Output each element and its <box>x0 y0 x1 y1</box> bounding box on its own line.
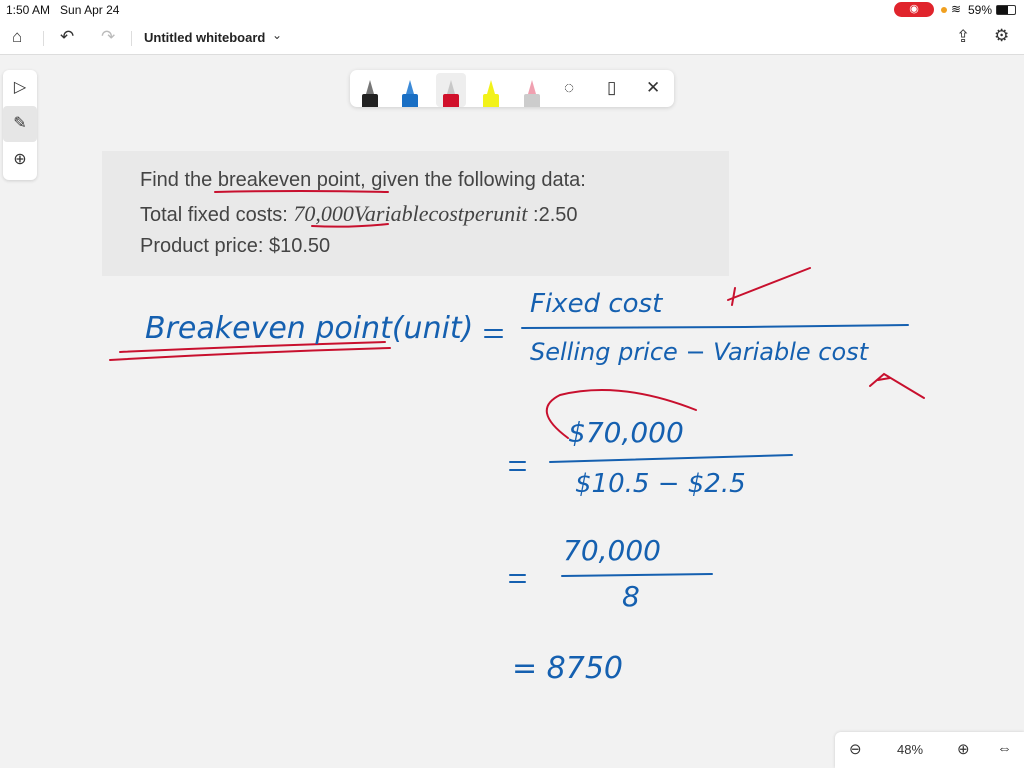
zoom-level: 48% <box>897 742 924 757</box>
ink-label: Breakeven point(unit) <box>145 311 473 346</box>
ink-result: = 8750 <box>512 651 623 686</box>
zoom-in-icon[interactable]: ⊕ <box>957 740 970 758</box>
ink-step1-numerator: $70,000 <box>568 416 684 449</box>
ink-step2-numerator: 70,000 <box>563 534 661 567</box>
zoom-controls: ⊖ 48% ⊕ ⇔ <box>835 732 1024 768</box>
ink-step1-denominator: $10.5 − $2.5 <box>575 469 746 499</box>
fit-to-screen-icon[interactable]: ⇔ <box>997 740 1012 757</box>
ink-numerator: Fixed cost <box>530 289 663 319</box>
zoom-out-icon[interactable]: ⊖ <box>849 740 862 758</box>
ink-denominator: Selling price − Variable cost <box>530 338 870 366</box>
ink-step2-denominator: 8 <box>622 580 640 613</box>
handwriting-layer: Breakeven point(unit) Fixed cost Selling… <box>109 190 925 686</box>
